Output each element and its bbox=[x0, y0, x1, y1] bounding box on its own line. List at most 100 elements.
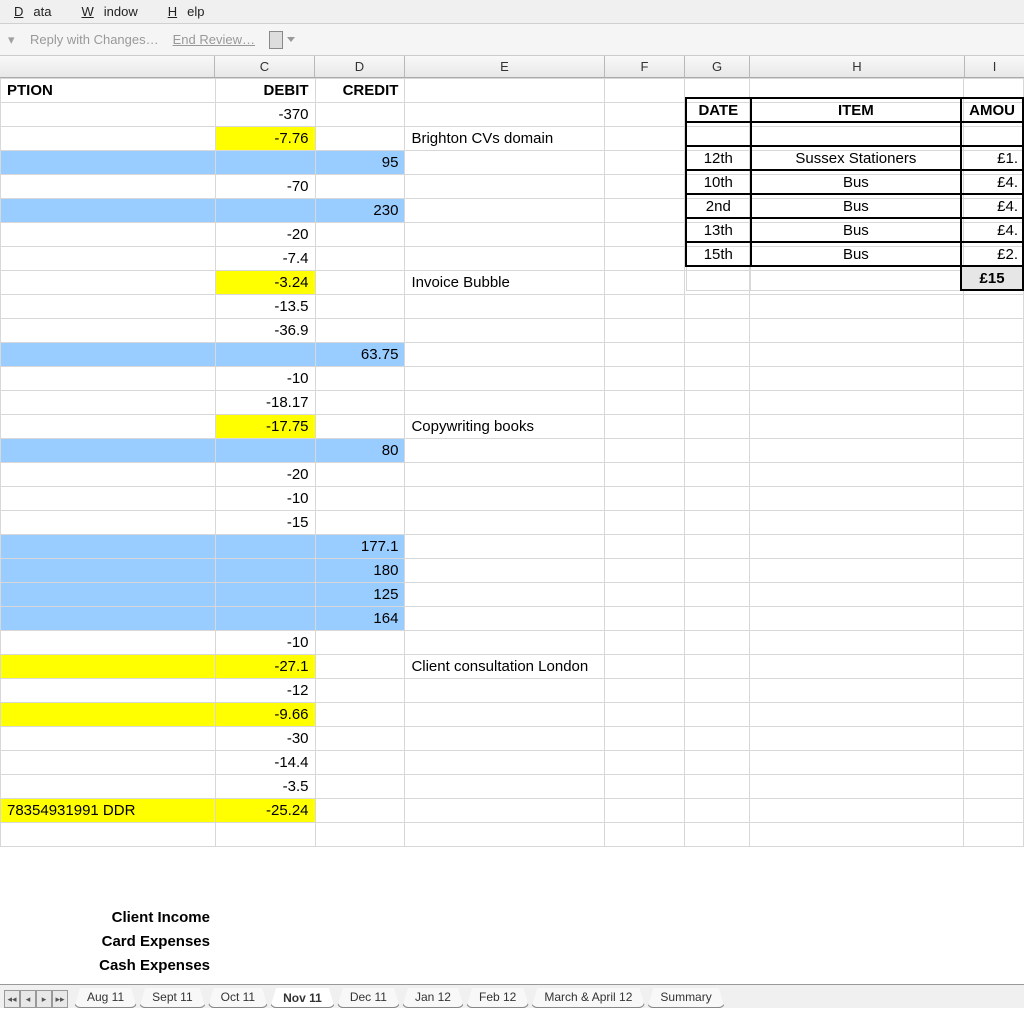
cell-credit[interactable] bbox=[315, 727, 405, 751]
cell-credit[interactable] bbox=[315, 415, 405, 439]
cell-credit[interactable] bbox=[315, 487, 405, 511]
sheet-tab[interactable]: Summary bbox=[647, 988, 724, 1008]
sheet-tab[interactable]: Dec 11 bbox=[337, 988, 400, 1008]
rt-cell-date[interactable]: 15th bbox=[686, 242, 751, 266]
menu-data[interactable]: Data bbox=[4, 2, 71, 21]
cell-debit[interactable]: -36.9 bbox=[215, 319, 315, 343]
cell-description[interactable] bbox=[1, 175, 216, 199]
rt-cell-date[interactable]: 13th bbox=[686, 218, 751, 242]
cell-description[interactable] bbox=[1, 223, 216, 247]
cell-description[interactable] bbox=[1, 103, 216, 127]
end-review-button[interactable]: End Review… bbox=[173, 32, 255, 47]
col-header-H[interactable]: H bbox=[750, 56, 965, 77]
cell-description[interactable] bbox=[1, 199, 216, 223]
rt-cell-date[interactable]: 10th bbox=[686, 170, 751, 194]
cell-debit[interactable]: -10 bbox=[215, 631, 315, 655]
cell-credit[interactable] bbox=[315, 175, 405, 199]
dropdown-icon[interactable] bbox=[287, 37, 295, 42]
cell-credit[interactable]: 80 bbox=[315, 439, 405, 463]
cell-credit[interactable] bbox=[315, 799, 405, 823]
rt-cell-amount[interactable] bbox=[961, 122, 1023, 146]
cell-description[interactable] bbox=[1, 367, 216, 391]
cell-description[interactable]: 78354931991 DDR bbox=[1, 799, 216, 823]
rt-cell-date[interactable] bbox=[686, 122, 751, 146]
rt-cell-amount[interactable]: £2. bbox=[961, 242, 1023, 266]
tab-nav-first[interactable]: ◂◂ bbox=[4, 990, 20, 1008]
cell-description[interactable] bbox=[1, 775, 216, 799]
cell-credit[interactable] bbox=[315, 463, 405, 487]
sheet-tab[interactable]: Oct 11 bbox=[208, 988, 268, 1008]
cell-note[interactable] bbox=[405, 535, 605, 559]
cell-credit[interactable] bbox=[315, 631, 405, 655]
header-description[interactable]: PTION bbox=[1, 79, 216, 103]
rt-cell-item[interactable]: Bus bbox=[751, 242, 962, 266]
cell-note[interactable] bbox=[405, 487, 605, 511]
spreadsheet-grid[interactable]: C D E F G H I PTION DEBIT CREDIT -370-7.… bbox=[0, 56, 1024, 847]
cell-note[interactable] bbox=[405, 751, 605, 775]
tab-nav-last[interactable]: ▸▸ bbox=[52, 990, 68, 1008]
cell-description[interactable] bbox=[1, 823, 216, 847]
col-header-C[interactable]: C bbox=[215, 56, 315, 77]
cell-credit[interactable] bbox=[315, 679, 405, 703]
cell-debit[interactable] bbox=[215, 151, 315, 175]
cell-note[interactable] bbox=[405, 199, 605, 223]
cell-description[interactable] bbox=[1, 343, 216, 367]
cell-description[interactable] bbox=[1, 487, 216, 511]
cell-credit[interactable]: 164 bbox=[315, 607, 405, 631]
cell-debit[interactable]: -3.5 bbox=[215, 775, 315, 799]
cell-credit[interactable] bbox=[315, 223, 405, 247]
cell-debit[interactable]: -12 bbox=[215, 679, 315, 703]
cell-debit[interactable]: -14.4 bbox=[215, 751, 315, 775]
cell-debit[interactable]: -20 bbox=[215, 223, 315, 247]
cell-note[interactable] bbox=[405, 631, 605, 655]
cell-description[interactable] bbox=[1, 391, 216, 415]
cell-note[interactable] bbox=[405, 727, 605, 751]
cell-note[interactable] bbox=[405, 799, 605, 823]
sheet-tab[interactable]: Aug 11 bbox=[74, 988, 137, 1008]
cell-description[interactable] bbox=[1, 247, 216, 271]
cell-note[interactable] bbox=[405, 823, 605, 847]
cell-note[interactable]: Copywriting books bbox=[405, 415, 605, 439]
rt-cell-item[interactable]: Bus bbox=[751, 218, 962, 242]
sheet-tab[interactable]: Feb 12 bbox=[466, 988, 529, 1008]
cell-note[interactable]: Brighton CVs domain bbox=[405, 127, 605, 151]
cell-credit[interactable] bbox=[315, 271, 405, 295]
cell-debit[interactable]: -370 bbox=[215, 103, 315, 127]
rt-cell-date[interactable]: 2nd bbox=[686, 194, 751, 218]
cell-debit[interactable] bbox=[215, 343, 315, 367]
cell-debit[interactable]: -13.5 bbox=[215, 295, 315, 319]
cell-note[interactable] bbox=[405, 319, 605, 343]
cell-credit[interactable] bbox=[315, 751, 405, 775]
cell-credit[interactable] bbox=[315, 295, 405, 319]
sheet-tab[interactable]: Nov 11 bbox=[270, 988, 335, 1008]
cell-note[interactable] bbox=[405, 103, 605, 127]
cell-debit[interactable]: -9.66 bbox=[215, 703, 315, 727]
cell-credit[interactable] bbox=[315, 511, 405, 535]
cell-note[interactable]: Client consultation London bbox=[405, 655, 605, 679]
cell-description[interactable] bbox=[1, 679, 216, 703]
cell-description[interactable] bbox=[1, 127, 216, 151]
cell-debit[interactable] bbox=[215, 559, 315, 583]
cell-debit[interactable] bbox=[215, 439, 315, 463]
cell-credit[interactable] bbox=[315, 655, 405, 679]
cell-debit[interactable] bbox=[215, 607, 315, 631]
rt-header-date[interactable]: DATE bbox=[686, 98, 751, 122]
cell-note[interactable]: Invoice Bubble bbox=[405, 271, 605, 295]
cell-credit[interactable]: 95 bbox=[315, 151, 405, 175]
tab-nav-next[interactable]: ▸ bbox=[36, 990, 52, 1008]
cell-description[interactable] bbox=[1, 151, 216, 175]
cell-note[interactable] bbox=[405, 583, 605, 607]
rt-cell-item[interactable]: Sussex Stationers bbox=[751, 146, 962, 170]
cell-note[interactable] bbox=[405, 607, 605, 631]
cell-note[interactable] bbox=[405, 247, 605, 271]
cell-note[interactable] bbox=[405, 295, 605, 319]
cell-note[interactable] bbox=[405, 223, 605, 247]
cell-description[interactable] bbox=[1, 655, 216, 679]
col-header-G[interactable]: G bbox=[685, 56, 750, 77]
cell-note[interactable] bbox=[405, 463, 605, 487]
cell-debit[interactable] bbox=[215, 823, 315, 847]
cell-debit[interactable]: -25.24 bbox=[215, 799, 315, 823]
cell-description[interactable] bbox=[1, 559, 216, 583]
cell-description[interactable] bbox=[1, 727, 216, 751]
menu-window[interactable]: Window bbox=[71, 2, 157, 21]
